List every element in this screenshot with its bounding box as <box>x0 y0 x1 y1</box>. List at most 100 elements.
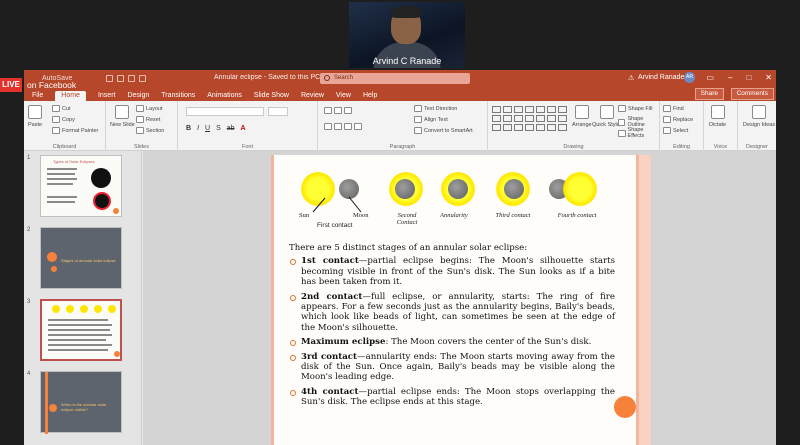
select-button[interactable]: Select <box>663 127 688 134</box>
shape-icon <box>514 115 523 122</box>
shape-effects-label: Shape Effects <box>627 127 645 139</box>
right-accent-band <box>639 155 651 445</box>
tab-transitions[interactable]: Transitions <box>161 92 195 101</box>
align-text-button[interactable]: Align Text <box>414 116 448 123</box>
eclipse-image <box>91 168 111 188</box>
section-label: Section <box>146 127 165 134</box>
sun-label: Sun <box>299 212 310 219</box>
share-button[interactable]: Share <box>694 88 724 100</box>
text-direction-button[interactable]: Text Direction <box>414 105 457 112</box>
redo-icon[interactable] <box>128 75 136 82</box>
strikethrough-icon[interactable]: ab <box>227 125 235 132</box>
shapes-gallery[interactable] <box>492 106 567 131</box>
thumbnail-text-line <box>47 196 77 198</box>
paste-button[interactable]: Paste <box>28 105 42 128</box>
reset-button[interactable]: Reset <box>136 116 160 123</box>
tab-file[interactable]: File <box>32 92 43 101</box>
font-color-icon[interactable]: A <box>241 125 246 132</box>
thumbnail-title: When is the annular solar eclipse visibl… <box>61 402 107 412</box>
warning-icon[interactable]: ⚠ <box>628 74 634 82</box>
shape-effects-button[interactable]: Shape Effects <box>618 127 659 139</box>
user-name[interactable]: Arvind Ranade <box>638 74 684 81</box>
replace-button[interactable]: Replace <box>663 116 693 123</box>
section-button[interactable]: Section <box>136 127 164 134</box>
align-buttons[interactable] <box>324 123 362 130</box>
paste-icon <box>28 105 43 119</box>
underline-icon[interactable]: U <box>205 125 210 132</box>
shape-icon <box>503 106 512 113</box>
text-direction-icon <box>414 105 422 112</box>
stage-term: 4th contact <box>301 386 359 397</box>
present-icon[interactable] <box>139 75 147 82</box>
slide-thumbnail-1[interactable]: Types of Solar Eclipses <box>40 155 122 217</box>
tab-help[interactable]: Help <box>363 92 377 101</box>
smartart-button[interactable]: Convert to SmartArt <box>414 127 473 134</box>
text-direction-label: Text Direction <box>424 105 458 112</box>
shape-icon <box>492 106 501 113</box>
find-button[interactable]: Find <box>663 105 684 112</box>
voice-group: Dictate Voice <box>704 101 738 151</box>
effects-icon <box>618 129 626 137</box>
tab-home[interactable]: Home <box>55 91 86 101</box>
save-icon[interactable] <box>106 75 114 82</box>
ribbon-display-icon[interactable]: ▭ <box>706 73 714 82</box>
paragraph-group: Text Direction Align Text Convert to Sma… <box>318 101 488 151</box>
thumbnail-number: 2 <box>27 227 31 233</box>
copy-button[interactable]: Copy <box>52 116 75 123</box>
thumbnail-orange-dot <box>113 208 119 214</box>
italic-icon[interactable]: I <box>197 125 199 132</box>
shadow-icon[interactable]: S <box>216 125 221 132</box>
shape-fill-label: Shape Fill <box>628 105 653 112</box>
slide-thumbnail-4[interactable]: When is the annular solar eclipse visibl… <box>40 371 122 434</box>
design-ideas-label: Design Ideas <box>743 122 776 128</box>
participant-name: Arvind C Ranade <box>372 56 442 66</box>
close-icon[interactable]: ✕ <box>765 73 772 82</box>
select-icon <box>663 127 671 134</box>
search-box[interactable]: Search <box>320 73 470 84</box>
font-name-box[interactable] <box>186 107 264 116</box>
dictate-button[interactable]: Dictate <box>709 105 726 128</box>
align-left-icon <box>324 123 332 130</box>
new-slide-icon <box>115 105 130 119</box>
tab-insert[interactable]: Insert <box>98 92 116 101</box>
tab-design[interactable]: Design <box>127 92 149 101</box>
moon-second-contact <box>395 179 415 199</box>
maximize-icon[interactable]: □ <box>746 73 751 82</box>
tab-review[interactable]: Review <box>301 92 324 101</box>
ribbon: Paste Cut Copy Format Painter Clipboard … <box>24 101 776 151</box>
avatar[interactable]: AR <box>684 72 695 83</box>
shape-icon <box>514 124 523 131</box>
thumbnail-sun <box>52 305 60 313</box>
design-ideas-button[interactable]: Design Ideas <box>743 105 775 128</box>
outline-icon <box>618 118 626 126</box>
undo-icon[interactable] <box>117 75 125 82</box>
bold-icon[interactable]: B <box>186 125 191 132</box>
group-label: Font <box>241 144 253 150</box>
slide-thumbnail-3[interactable] <box>40 299 122 361</box>
shape-icon <box>525 124 534 131</box>
comments-button[interactable]: Comments <box>730 88 774 100</box>
bullets-button[interactable] <box>324 107 352 114</box>
shape-icon <box>536 115 545 122</box>
tab-slide-show[interactable]: Slide Show <box>254 92 289 101</box>
font-size-box[interactable] <box>268 107 288 116</box>
live-badge: LIVE <box>0 78 22 92</box>
slide-thumbnail-2[interactable]: Stages of annular solar eclipse <box>40 227 122 289</box>
slide-text-body[interactable]: There are 5 distinct stages of an annula… <box>289 243 615 412</box>
reset-icon <box>136 116 144 123</box>
arrange-button[interactable]: Arrange <box>572 105 592 128</box>
tab-animations[interactable]: Animations <box>207 92 242 101</box>
shape-fill-button[interactable]: Shape Fill <box>618 105 652 112</box>
current-slide[interactable]: Sun Moon First contact Second Contact An… <box>271 155 651 445</box>
new-slide-label: New Slide <box>110 122 135 128</box>
group-label: Voice <box>713 144 728 150</box>
indent-icon <box>344 107 352 114</box>
layout-button[interactable]: Layout <box>136 105 163 112</box>
tab-view[interactable]: View <box>336 92 351 101</box>
font-group: B I U S ab A Font <box>178 101 318 151</box>
minimize-icon[interactable]: – <box>728 73 732 82</box>
format-painter-button[interactable]: Format Painter <box>52 127 98 134</box>
thumbnail-orange-dot <box>51 266 57 272</box>
cut-button[interactable]: Cut <box>52 105 71 112</box>
new-slide-button[interactable]: New Slide <box>110 105 135 128</box>
